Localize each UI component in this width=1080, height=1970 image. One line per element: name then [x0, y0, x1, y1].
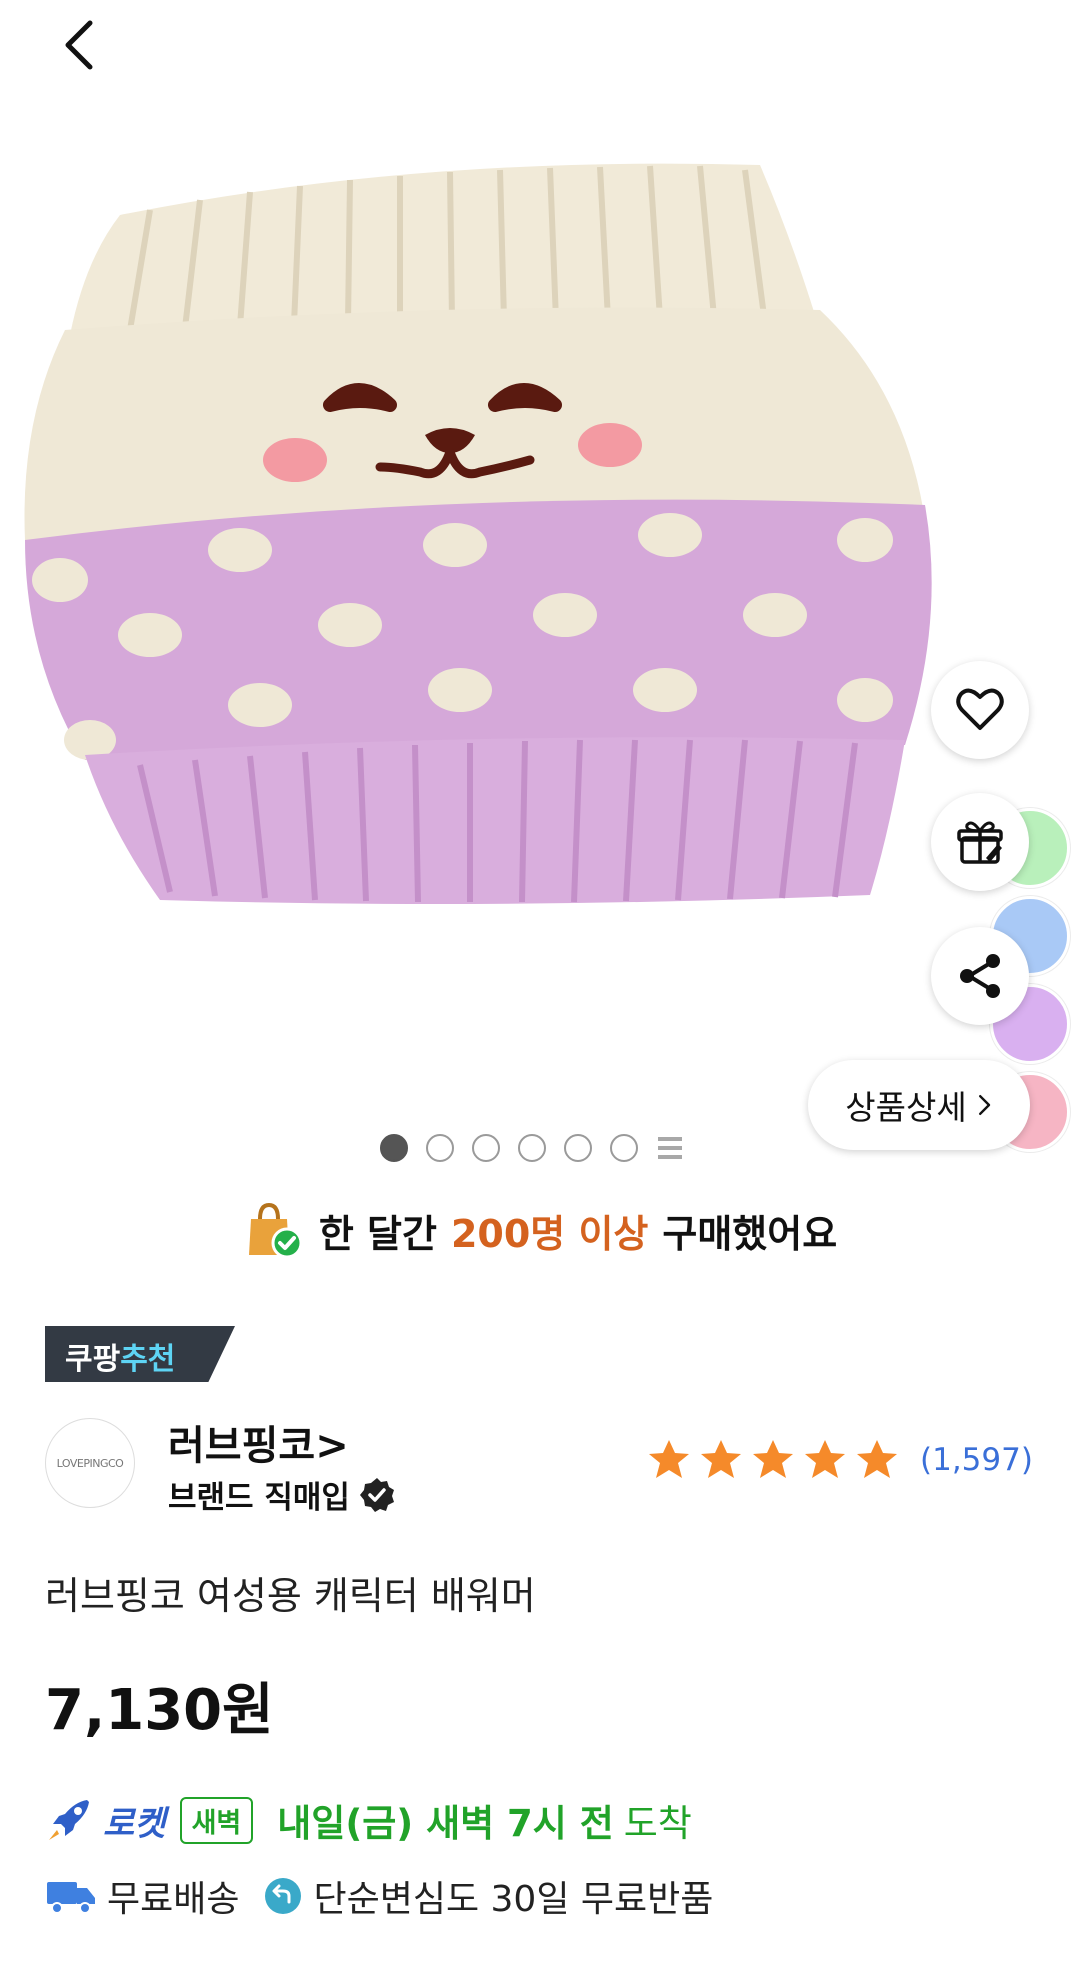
pagination-dot[interactable]	[380, 1134, 408, 1162]
heart-icon	[956, 688, 1004, 730]
recommendation-badge: 쿠팡추천	[45, 1326, 235, 1382]
brand-logo-text: LOVEPINGCO	[56, 1456, 124, 1470]
product-title: 러브핑코 여성용 캐릭터 배워머	[45, 1574, 536, 1618]
shopping-bag-check-icon	[248, 1202, 303, 1259]
pagination-dot[interactable]	[610, 1134, 638, 1162]
free-shipping-label: 무료배송	[107, 1879, 240, 1920]
chevron-left-icon	[65, 20, 93, 70]
rating[interactable]: (1,597)	[646, 1437, 1033, 1483]
star-icon	[857, 1440, 897, 1478]
brand-logo[interactable]: LOVEPINGCO	[45, 1418, 135, 1508]
brand-direct-label: 브랜드 직매입	[168, 1480, 350, 1516]
purchase-suffix: 구매했어요	[662, 1211, 838, 1256]
gallery-pagination	[380, 1133, 684, 1163]
chevron-right-icon	[978, 1095, 990, 1115]
star-icon	[701, 1440, 741, 1478]
rocket-label: 로켓	[103, 1803, 166, 1844]
verified-icon	[359, 1477, 394, 1512]
star-icon	[805, 1440, 845, 1478]
purchase-count-info: 한 달간 200명 이상 구매했어요	[0, 1195, 1080, 1265]
return-icon	[265, 1878, 302, 1914]
arrival-time: 내일(금) 새벽 7시 전	[277, 1802, 614, 1845]
pagination-dot[interactable]	[472, 1134, 500, 1162]
return-policy-label: 단순변심도 30일 무료반품	[313, 1879, 714, 1920]
pagination-dot[interactable]	[518, 1134, 546, 1162]
arrival-label: 도착	[623, 1802, 692, 1845]
dawn-delivery-badge: 새벽	[179, 1796, 254, 1844]
delivery-info: 로켓 새벽 내일(금) 새벽 7시 전 도착	[45, 1792, 692, 1848]
shipping-info: 무료배송 단순변심도 30일 무료반품	[45, 1868, 713, 1924]
product-detail-label: 상품상세	[845, 1088, 967, 1127]
brand-name-link[interactable]: 러브핑코>	[168, 1413, 349, 1471]
star-icon	[649, 1440, 689, 1478]
belly-warmer-image	[24, 163, 932, 904]
back-button[interactable]	[50, 15, 110, 75]
product-image[interactable]	[0, 140, 1080, 1140]
star-icon	[753, 1440, 793, 1478]
share-icon	[960, 954, 1000, 998]
wishlist-button[interactable]	[931, 661, 1029, 759]
pagination-dot[interactable]	[426, 1134, 454, 1162]
brand-direct-purchase: 브랜드 직매입	[168, 1472, 396, 1517]
rocket-icon	[49, 1800, 89, 1840]
purchase-highlight: 200명 이상	[450, 1211, 649, 1256]
product-price: 7,130원	[45, 1678, 274, 1743]
gift-button[interactable]	[931, 793, 1029, 891]
badge-prefix: 쿠팡	[65, 1342, 121, 1377]
review-count-link[interactable]: (1,597)	[920, 1442, 1033, 1478]
product-detail-button[interactable]: 상품상세	[808, 1060, 1030, 1150]
pagination-dot[interactable]	[564, 1134, 592, 1162]
gallery-grid-icon[interactable]	[656, 1134, 684, 1162]
gift-icon	[957, 821, 1003, 864]
share-button[interactable]	[931, 927, 1029, 1025]
truck-icon	[47, 1882, 95, 1914]
purchase-prefix: 한 달간	[318, 1211, 437, 1256]
badge-accent: 추천	[120, 1342, 176, 1377]
